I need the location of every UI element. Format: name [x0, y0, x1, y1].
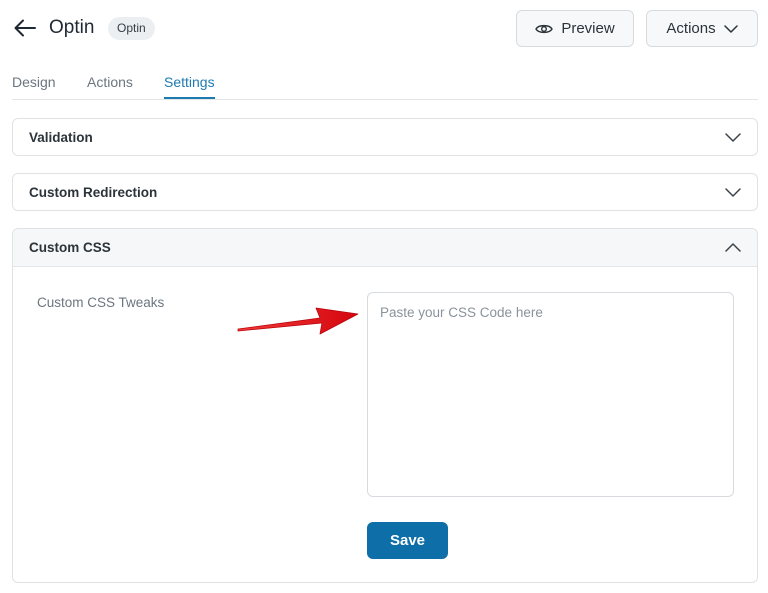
actions-dropdown-button[interactable]: Actions [646, 10, 758, 47]
tab-bar: Design Actions Settings [12, 70, 758, 100]
chevron-up-icon [725, 240, 741, 256]
arrow-left-icon [14, 19, 36, 37]
preview-label: Preview [561, 20, 615, 37]
back-button[interactable] [12, 14, 38, 42]
actions-label: Actions [666, 20, 716, 37]
chevron-down-icon [725, 184, 741, 200]
validation-panel-title: Validation [29, 129, 93, 145]
custom-css-panel: Custom CSS Custom CSS Tweaks Save [12, 228, 758, 583]
type-badge: Optin [108, 17, 155, 40]
validation-panel-header[interactable]: Validation [13, 119, 757, 155]
redirection-panel-title: Custom Redirection [29, 184, 158, 200]
redirection-panel-header[interactable]: Custom Redirection [13, 174, 757, 210]
chevron-down-icon [725, 129, 741, 145]
save-button[interactable]: Save [367, 522, 448, 559]
tab-settings[interactable]: Settings [164, 74, 215, 99]
tab-actions[interactable]: Actions [87, 74, 133, 90]
preview-button[interactable]: Preview [516, 10, 634, 47]
eye-icon [535, 24, 554, 33]
custom-css-panel-title: Custom CSS [29, 240, 111, 255]
custom-css-field-label: Custom CSS Tweaks [37, 295, 165, 310]
redirection-panel: Custom Redirection [12, 173, 758, 211]
page-header: Optin Optin Preview Actions [0, 0, 768, 60]
custom-css-textarea[interactable] [367, 292, 734, 497]
page-title: Optin [49, 17, 95, 38]
custom-css-panel-header[interactable]: Custom CSS [13, 229, 757, 267]
tab-design[interactable]: Design [12, 74, 56, 90]
validation-panel: Validation [12, 118, 758, 156]
chevron-down-icon [723, 24, 738, 33]
